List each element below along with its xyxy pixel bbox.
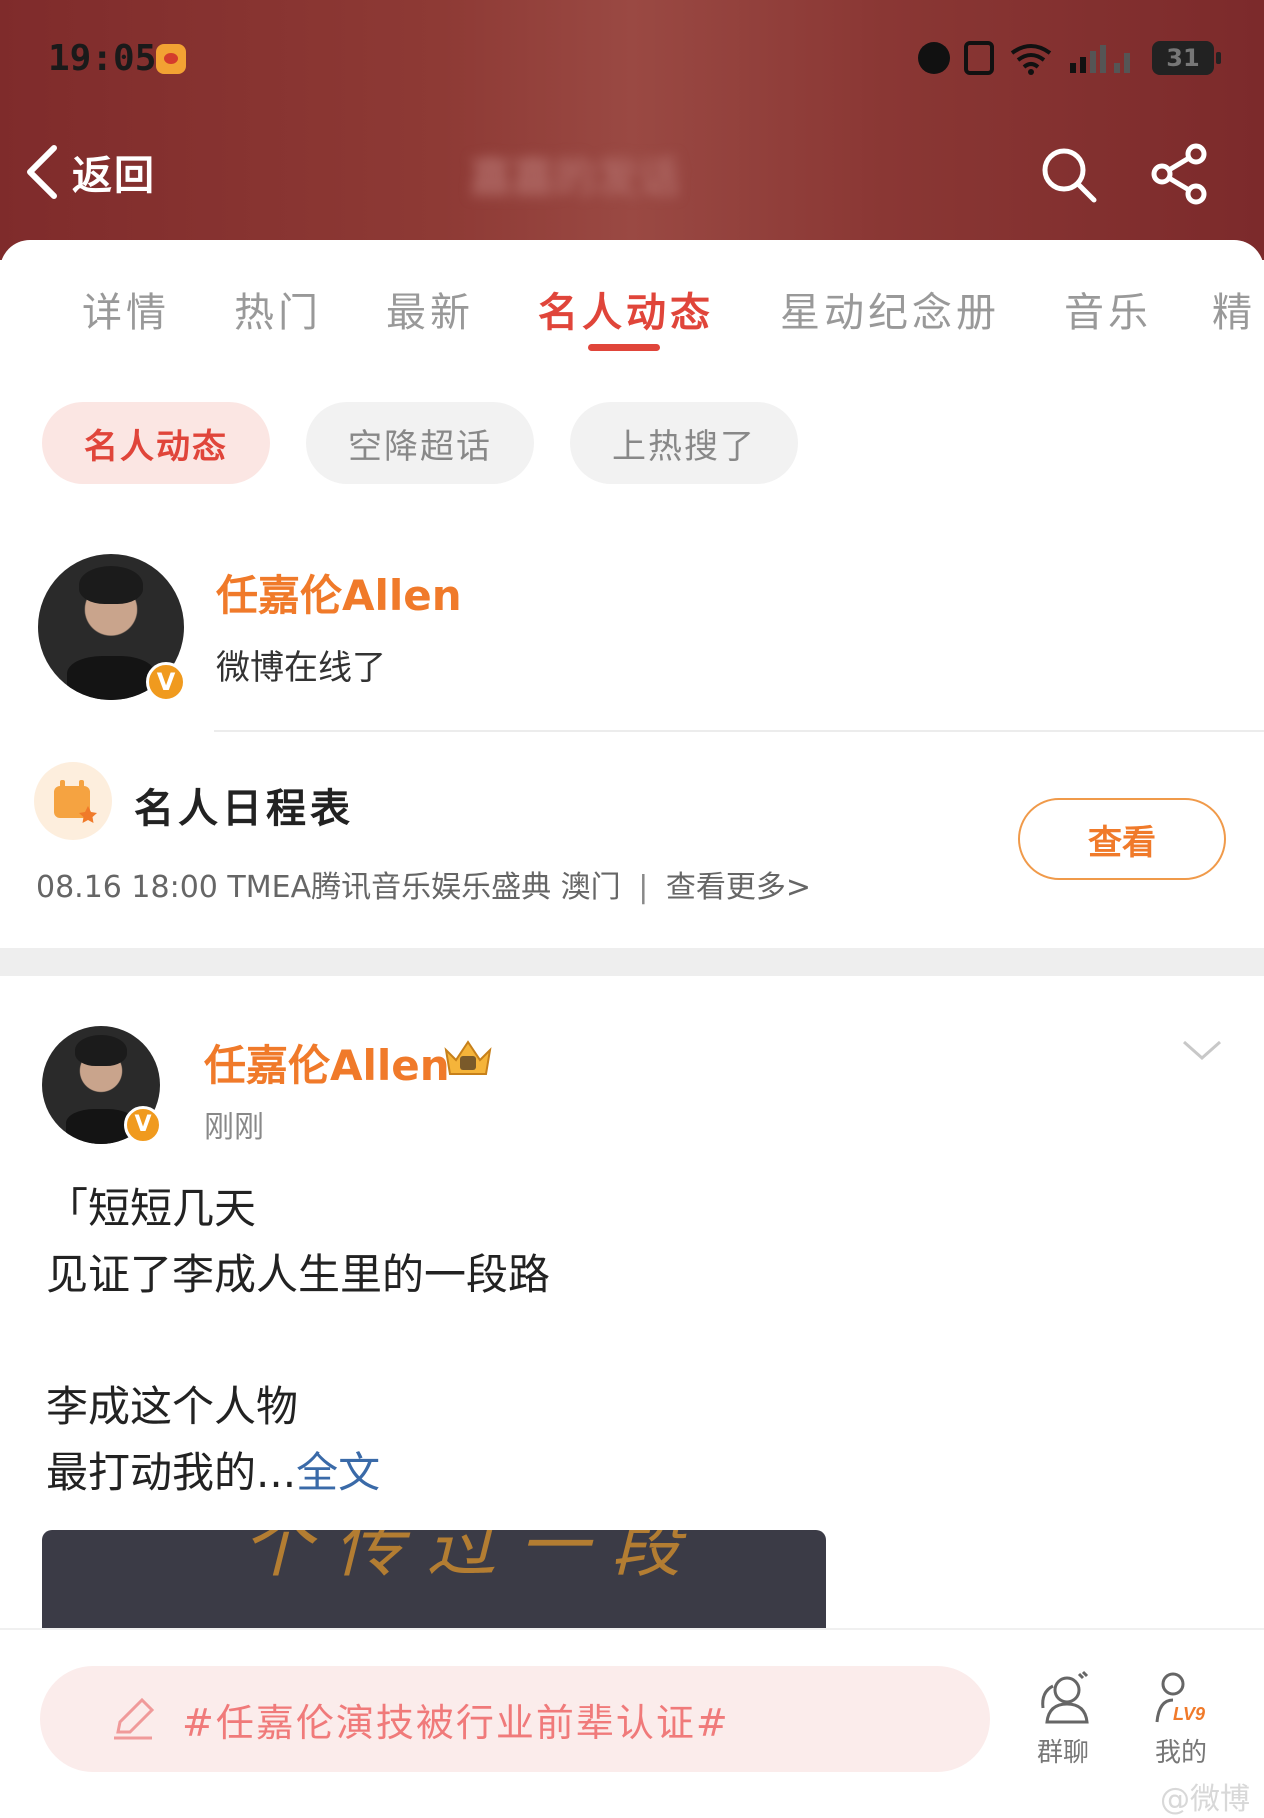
- post-text: 「短短几天 见证了李成人生里的一段路 李成这个人物 最打动我的...全文: [46, 1176, 1226, 1506]
- post-image[interactable]: 个 传 过 一 段: [42, 1530, 826, 1640]
- schedule-event: TMEA腾讯音乐娱乐盛典 澳门: [227, 870, 621, 905]
- section-gap: [0, 948, 1264, 976]
- vibrate-icon: [964, 41, 994, 75]
- schedule-separator: |: [638, 870, 649, 905]
- alarm-icon: [918, 42, 950, 74]
- full-text-link[interactable]: 全文: [296, 1448, 380, 1497]
- back-button[interactable]: 返回: [22, 142, 156, 202]
- weibo-notification-icon: [156, 44, 186, 74]
- post-line-text: 最打动我的...: [46, 1448, 297, 1497]
- me-label: 我的: [1154, 1738, 1207, 1768]
- group-chat-label: 群聊: [1036, 1738, 1089, 1768]
- me-button[interactable]: LV9 我的: [1136, 1670, 1226, 1769]
- nav-bar: 返回 嘉嘉的发话: [0, 120, 1264, 220]
- filter-chips: 名人动态 空降超话 上热搜了: [42, 402, 798, 484]
- signal-icon: [1070, 45, 1130, 73]
- tab-active-indicator: [588, 344, 660, 351]
- chip-celebrity-updates[interactable]: 名人动态: [42, 402, 270, 484]
- crown-badge-icon: [444, 1040, 492, 1075]
- tab-latest[interactable]: 最新: [386, 280, 474, 338]
- view-schedule-button[interactable]: 查看: [1018, 798, 1226, 880]
- tab-details[interactable]: 详情: [82, 280, 170, 338]
- status-bar: 19:05 31: [0, 0, 1264, 110]
- status-time: 19:05: [48, 38, 157, 79]
- group-chat-button[interactable]: 群聊: [1018, 1670, 1108, 1769]
- tab-celebrity-updates[interactable]: 名人动态: [538, 280, 714, 338]
- chip-trending[interactable]: 上热搜了: [570, 402, 798, 484]
- tab-hot[interactable]: 热门: [234, 280, 322, 338]
- chevron-left-icon: [27, 145, 57, 199]
- compose-placeholder: #任嘉伦演技被行业前辈认证#: [182, 1700, 730, 1745]
- calendar-icon: [34, 762, 112, 840]
- schedule-datetime: 08.16 18:00: [36, 870, 218, 905]
- schedule-title: 名人日程表: [134, 786, 354, 832]
- verified-badge-icon: V: [146, 662, 186, 702]
- post-line-last: 最打动我的...全文: [46, 1440, 1226, 1506]
- group-chat-icon: [1041, 1670, 1089, 1724]
- post-line: 见证了李成人生里的一段路: [46, 1250, 551, 1299]
- chevron-down-icon[interactable]: [1180, 1028, 1224, 1072]
- watermark: @微博: [1160, 1782, 1250, 1817]
- bottom-bar: #任嘉伦演技被行业前辈认证# 群聊 LV9 我的 @微博: [0, 1628, 1264, 1817]
- post-time: 刚刚: [204, 1110, 264, 1145]
- battery-icon: 31: [1152, 41, 1221, 75]
- tab-featured[interactable]: 精: [1212, 280, 1256, 338]
- schedule-info: 08.16 18:00 TMEA腾讯音乐娱乐盛典 澳门 | 查看更多>: [36, 862, 811, 906]
- pencil-icon: [114, 1697, 155, 1740]
- profile-icon: LV9: [1155, 1672, 1205, 1724]
- highlight-status: 微博在线了: [216, 648, 386, 688]
- chip-airdrop-topic[interactable]: 空降超话: [306, 402, 534, 484]
- schedule-more-link[interactable]: 查看更多>: [666, 870, 811, 905]
- highlight-username[interactable]: 任嘉伦Allen: [216, 562, 462, 623]
- share-icon[interactable]: [1148, 142, 1212, 206]
- wifi-icon: [1010, 44, 1052, 75]
- content-card: 详情 热门 最新 名人动态 星动纪念册 音乐 精 名人动态 空降超话 上热搜了 …: [0, 240, 1264, 1808]
- search-icon[interactable]: [1036, 142, 1100, 206]
- back-label: 返回: [72, 153, 156, 199]
- page-title: 嘉嘉的发话: [470, 153, 681, 202]
- post-line: 「短短几天: [46, 1184, 257, 1233]
- level-badge: LV9: [1173, 1704, 1205, 1724]
- post-line: [46, 1308, 1226, 1374]
- status-icons: 31: [918, 38, 1221, 78]
- compose-input[interactable]: #任嘉伦演技被行业前辈认证#: [40, 1666, 990, 1772]
- tab-star-album[interactable]: 星动纪念册: [780, 280, 1000, 338]
- post-username[interactable]: 任嘉伦Allen: [204, 1032, 450, 1093]
- top-header: 19:05 31 返回 嘉嘉的发话: [0, 0, 1264, 260]
- post-line: 李成这个人物: [46, 1382, 299, 1431]
- divider: [214, 730, 1264, 732]
- tab-music[interactable]: 音乐: [1064, 280, 1152, 338]
- post-image-art: 个 传 过 一 段: [242, 1530, 682, 1587]
- verified-badge-icon: V: [124, 1106, 162, 1144]
